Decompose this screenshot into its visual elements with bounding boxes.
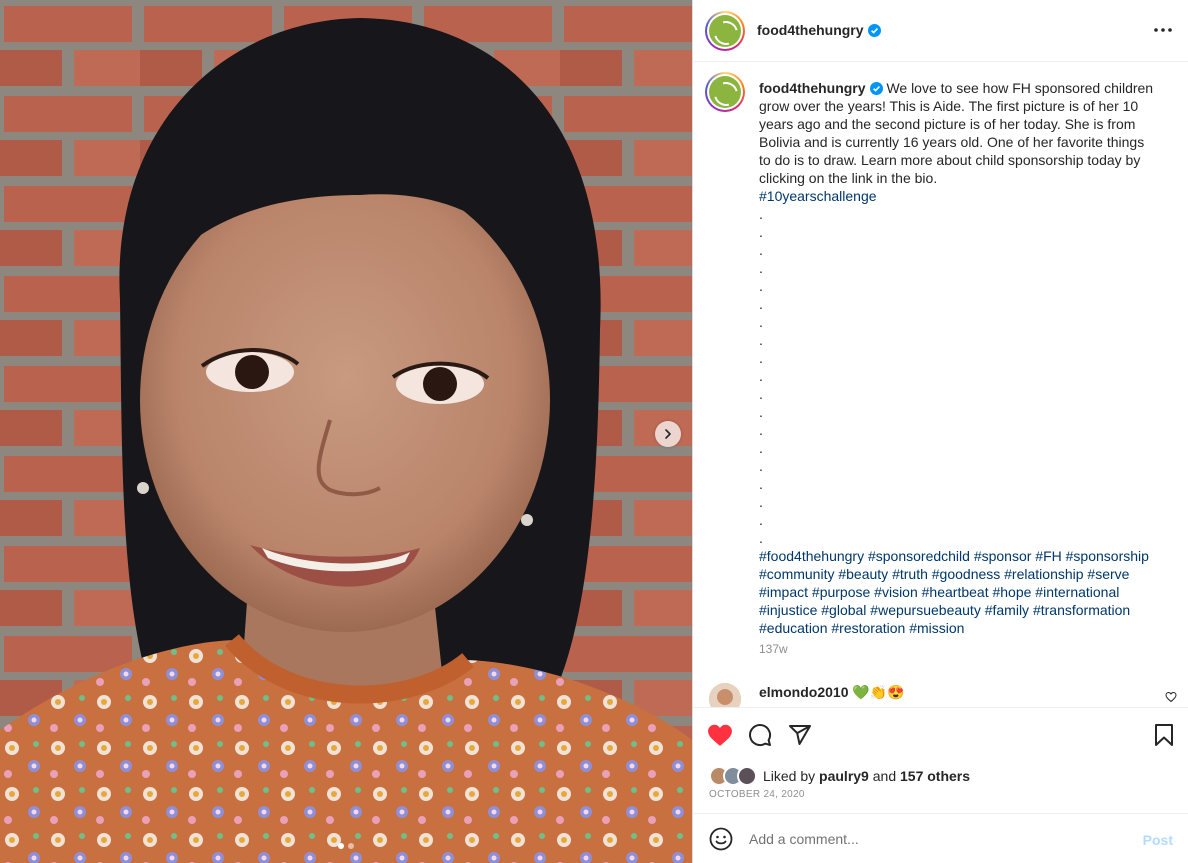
next-slide-button[interactable] — [655, 421, 681, 447]
emoji-button[interactable] — [709, 827, 733, 851]
instagram-post: food4thehungry food4thehungry We love to… — [0, 0, 1188, 863]
food4thehungry-logo — [709, 15, 741, 47]
post-photo — [0, 0, 692, 863]
comment-text: 💚👏😍 — [852, 684, 905, 700]
caption-username[interactable]: food4thehungry — [759, 80, 866, 96]
share-button[interactable] — [787, 722, 813, 748]
likes-summary: Liked by paulry9 and 157 others — [709, 765, 970, 787]
comment-like-button[interactable] — [1165, 690, 1177, 706]
post-actions — [693, 707, 1188, 763]
comments-area[interactable]: food4thehungry We love to see how FH spo… — [693, 63, 1188, 707]
slide-dot-active — [338, 843, 344, 849]
verified-badge-icon — [867, 24, 881, 37]
account-username[interactable]: food4thehungry — [757, 22, 864, 38]
post-details-panel: food4thehungry food4thehungry We love to… — [692, 0, 1188, 863]
likes-count-link[interactable]: 157 others — [900, 768, 970, 784]
post-time-ago[interactable]: 137w — [759, 642, 788, 656]
post-media[interactable] — [0, 0, 692, 863]
bookmark-icon — [1155, 724, 1173, 746]
like-button[interactable] — [707, 722, 733, 748]
heart-outline-icon — [1165, 691, 1177, 703]
comment-input[interactable] — [749, 827, 1119, 851]
hashtag-list[interactable]: #food4thehungry #sponsoredchild #sponsor… — [759, 548, 1149, 636]
comment-username[interactable]: elmondo2010 — [759, 684, 848, 700]
food4thehungry-logo — [709, 76, 741, 108]
add-comment-bar: Post — [693, 813, 1188, 863]
caption-spacer-dots: . . . . . . . . . . . . . . . . . . . — [759, 206, 763, 546]
post-caption: food4thehungry We love to see how FH spo… — [759, 79, 1159, 637]
post-header: food4thehungry — [693, 0, 1188, 62]
verified-badge-icon — [869, 82, 883, 95]
speech-bubble-icon — [749, 724, 772, 747]
save-button[interactable] — [1151, 722, 1177, 748]
comment-button[interactable] — [747, 722, 773, 748]
ellipsis-icon — [1154, 28, 1172, 32]
likes-prefix: Liked by — [763, 768, 816, 784]
slide-indicator — [0, 843, 692, 849]
slide-dot — [348, 843, 354, 849]
commenter-avatar[interactable] — [709, 683, 741, 707]
caption-avatar[interactable] — [705, 72, 745, 112]
chevron-right-icon — [665, 429, 671, 439]
likes-joiner: and — [872, 768, 897, 784]
post-comment-button[interactable]: Post — [1143, 832, 1173, 848]
account-avatar[interactable] — [705, 11, 745, 51]
paper-plane-icon — [789, 725, 811, 745]
heart-filled-icon — [708, 724, 732, 746]
more-options-button[interactable] — [1151, 18, 1175, 42]
post-date[interactable]: OCTOBER 24, 2020 — [709, 789, 805, 800]
liker-avatar[interactable] — [737, 766, 757, 786]
comment: elmondo2010 💚👏😍 — [759, 683, 905, 701]
hashtag-link[interactable]: #10yearschallenge — [759, 188, 877, 204]
liker-username[interactable]: paulry9 — [819, 768, 869, 784]
smiley-icon — [709, 827, 733, 851]
person-photo — [709, 683, 741, 707]
